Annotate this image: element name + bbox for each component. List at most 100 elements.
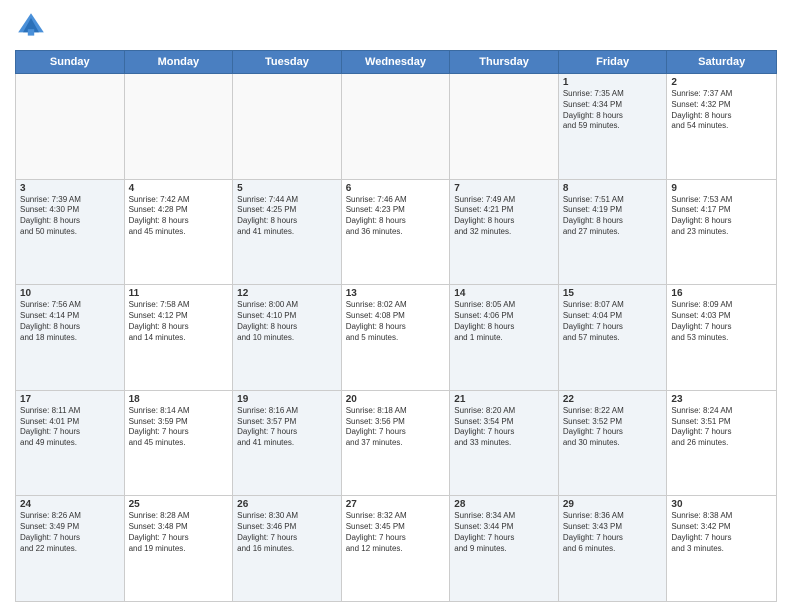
day-number: 28 — [454, 499, 554, 510]
calendar-cell-empty-0-3 — [342, 74, 451, 179]
calendar-cell-14: 14Sunrise: 8:05 AM Sunset: 4:06 PM Dayli… — [450, 285, 559, 390]
day-number: 1 — [563, 77, 663, 88]
calendar-cell-11: 11Sunrise: 7:58 AM Sunset: 4:12 PM Dayli… — [125, 285, 234, 390]
calendar-cell-23: 23Sunrise: 8:24 AM Sunset: 3:51 PM Dayli… — [667, 391, 776, 496]
calendar-cell-15: 15Sunrise: 8:07 AM Sunset: 4:04 PM Dayli… — [559, 285, 668, 390]
calendar-cell-7: 7Sunrise: 7:49 AM Sunset: 4:21 PM Daylig… — [450, 180, 559, 285]
day-number: 8 — [563, 183, 663, 194]
calendar-cell-19: 19Sunrise: 8:16 AM Sunset: 3:57 PM Dayli… — [233, 391, 342, 496]
calendar-cell-18: 18Sunrise: 8:14 AM Sunset: 3:59 PM Dayli… — [125, 391, 234, 496]
calendar-row-3: 17Sunrise: 8:11 AM Sunset: 4:01 PM Dayli… — [16, 391, 776, 497]
day-number: 14 — [454, 288, 554, 299]
calendar-row-2: 10Sunrise: 7:56 AM Sunset: 4:14 PM Dayli… — [16, 285, 776, 391]
day-number: 19 — [237, 394, 337, 405]
cell-info: Sunrise: 7:37 AM Sunset: 4:32 PM Dayligh… — [671, 89, 772, 132]
cell-info: Sunrise: 8:18 AM Sunset: 3:56 PM Dayligh… — [346, 406, 446, 449]
cell-info: Sunrise: 8:16 AM Sunset: 3:57 PM Dayligh… — [237, 406, 337, 449]
cell-info: Sunrise: 7:42 AM Sunset: 4:28 PM Dayligh… — [129, 195, 229, 238]
day-number: 7 — [454, 183, 554, 194]
day-number: 26 — [237, 499, 337, 510]
cell-info: Sunrise: 8:34 AM Sunset: 3:44 PM Dayligh… — [454, 511, 554, 554]
day-number: 13 — [346, 288, 446, 299]
cell-info: Sunrise: 8:22 AM Sunset: 3:52 PM Dayligh… — [563, 406, 663, 449]
header-day-friday: Friday — [559, 51, 668, 73]
calendar-cell-8: 8Sunrise: 7:51 AM Sunset: 4:19 PM Daylig… — [559, 180, 668, 285]
calendar-cell-28: 28Sunrise: 8:34 AM Sunset: 3:44 PM Dayli… — [450, 496, 559, 601]
day-number: 11 — [129, 288, 229, 299]
day-number: 5 — [237, 183, 337, 194]
calendar-cell-27: 27Sunrise: 8:32 AM Sunset: 3:45 PM Dayli… — [342, 496, 451, 601]
header-day-tuesday: Tuesday — [233, 51, 342, 73]
cell-info: Sunrise: 7:39 AM Sunset: 4:30 PM Dayligh… — [20, 195, 120, 238]
cell-info: Sunrise: 8:32 AM Sunset: 3:45 PM Dayligh… — [346, 511, 446, 554]
calendar-cell-4: 4Sunrise: 7:42 AM Sunset: 4:28 PM Daylig… — [125, 180, 234, 285]
header — [15, 10, 777, 42]
calendar-cell-empty-0-0 — [16, 74, 125, 179]
logo-icon — [15, 10, 47, 42]
cell-info: Sunrise: 8:36 AM Sunset: 3:43 PM Dayligh… — [563, 511, 663, 554]
header-day-wednesday: Wednesday — [342, 51, 451, 73]
cell-info: Sunrise: 8:20 AM Sunset: 3:54 PM Dayligh… — [454, 406, 554, 449]
calendar-cell-9: 9Sunrise: 7:53 AM Sunset: 4:17 PM Daylig… — [667, 180, 776, 285]
calendar-cell-empty-0-4 — [450, 74, 559, 179]
calendar-cell-29: 29Sunrise: 8:36 AM Sunset: 3:43 PM Dayli… — [559, 496, 668, 601]
day-number: 27 — [346, 499, 446, 510]
calendar-cell-21: 21Sunrise: 8:20 AM Sunset: 3:54 PM Dayli… — [450, 391, 559, 496]
cell-info: Sunrise: 7:46 AM Sunset: 4:23 PM Dayligh… — [346, 195, 446, 238]
calendar-cell-3: 3Sunrise: 7:39 AM Sunset: 4:30 PM Daylig… — [16, 180, 125, 285]
logo — [15, 10, 51, 42]
day-number: 15 — [563, 288, 663, 299]
calendar-cell-20: 20Sunrise: 8:18 AM Sunset: 3:56 PM Dayli… — [342, 391, 451, 496]
calendar-cell-1: 1Sunrise: 7:35 AM Sunset: 4:34 PM Daylig… — [559, 74, 668, 179]
header-day-sunday: Sunday — [16, 51, 125, 73]
calendar-cell-17: 17Sunrise: 8:11 AM Sunset: 4:01 PM Dayli… — [16, 391, 125, 496]
cell-info: Sunrise: 8:05 AM Sunset: 4:06 PM Dayligh… — [454, 300, 554, 343]
cell-info: Sunrise: 8:28 AM Sunset: 3:48 PM Dayligh… — [129, 511, 229, 554]
header-day-saturday: Saturday — [667, 51, 776, 73]
calendar-row-1: 3Sunrise: 7:39 AM Sunset: 4:30 PM Daylig… — [16, 180, 776, 286]
calendar-body: 1Sunrise: 7:35 AM Sunset: 4:34 PM Daylig… — [15, 74, 777, 602]
calendar: SundayMondayTuesdayWednesdayThursdayFrid… — [15, 50, 777, 602]
day-number: 25 — [129, 499, 229, 510]
calendar-cell-16: 16Sunrise: 8:09 AM Sunset: 4:03 PM Dayli… — [667, 285, 776, 390]
cell-info: Sunrise: 8:14 AM Sunset: 3:59 PM Dayligh… — [129, 406, 229, 449]
day-number: 6 — [346, 183, 446, 194]
calendar-cell-6: 6Sunrise: 7:46 AM Sunset: 4:23 PM Daylig… — [342, 180, 451, 285]
cell-info: Sunrise: 8:02 AM Sunset: 4:08 PM Dayligh… — [346, 300, 446, 343]
calendar-cell-25: 25Sunrise: 8:28 AM Sunset: 3:48 PM Dayli… — [125, 496, 234, 601]
calendar-cell-30: 30Sunrise: 8:38 AM Sunset: 3:42 PM Dayli… — [667, 496, 776, 601]
header-day-thursday: Thursday — [450, 51, 559, 73]
calendar-cell-empty-0-1 — [125, 74, 234, 179]
day-number: 18 — [129, 394, 229, 405]
cell-info: Sunrise: 8:24 AM Sunset: 3:51 PM Dayligh… — [671, 406, 772, 449]
day-number: 16 — [671, 288, 772, 299]
calendar-cell-empty-0-2 — [233, 74, 342, 179]
day-number: 22 — [563, 394, 663, 405]
day-number: 9 — [671, 183, 772, 194]
page: SundayMondayTuesdayWednesdayThursdayFrid… — [0, 0, 792, 612]
cell-info: Sunrise: 8:38 AM Sunset: 3:42 PM Dayligh… — [671, 511, 772, 554]
cell-info: Sunrise: 7:44 AM Sunset: 4:25 PM Dayligh… — [237, 195, 337, 238]
calendar-row-4: 24Sunrise: 8:26 AM Sunset: 3:49 PM Dayli… — [16, 496, 776, 601]
cell-info: Sunrise: 7:49 AM Sunset: 4:21 PM Dayligh… — [454, 195, 554, 238]
day-number: 23 — [671, 394, 772, 405]
cell-info: Sunrise: 7:35 AM Sunset: 4:34 PM Dayligh… — [563, 89, 663, 132]
cell-info: Sunrise: 7:51 AM Sunset: 4:19 PM Dayligh… — [563, 195, 663, 238]
cell-info: Sunrise: 7:56 AM Sunset: 4:14 PM Dayligh… — [20, 300, 120, 343]
calendar-header: SundayMondayTuesdayWednesdayThursdayFrid… — [15, 50, 777, 74]
cell-info: Sunrise: 8:09 AM Sunset: 4:03 PM Dayligh… — [671, 300, 772, 343]
cell-info: Sunrise: 7:53 AM Sunset: 4:17 PM Dayligh… — [671, 195, 772, 238]
day-number: 2 — [671, 77, 772, 88]
day-number: 30 — [671, 499, 772, 510]
calendar-cell-22: 22Sunrise: 8:22 AM Sunset: 3:52 PM Dayli… — [559, 391, 668, 496]
day-number: 17 — [20, 394, 120, 405]
cell-info: Sunrise: 8:07 AM Sunset: 4:04 PM Dayligh… — [563, 300, 663, 343]
calendar-cell-24: 24Sunrise: 8:26 AM Sunset: 3:49 PM Dayli… — [16, 496, 125, 601]
calendar-cell-12: 12Sunrise: 8:00 AM Sunset: 4:10 PM Dayli… — [233, 285, 342, 390]
day-number: 21 — [454, 394, 554, 405]
header-day-monday: Monday — [125, 51, 234, 73]
day-number: 4 — [129, 183, 229, 194]
calendar-row-0: 1Sunrise: 7:35 AM Sunset: 4:34 PM Daylig… — [16, 74, 776, 180]
calendar-cell-5: 5Sunrise: 7:44 AM Sunset: 4:25 PM Daylig… — [233, 180, 342, 285]
cell-info: Sunrise: 8:26 AM Sunset: 3:49 PM Dayligh… — [20, 511, 120, 554]
